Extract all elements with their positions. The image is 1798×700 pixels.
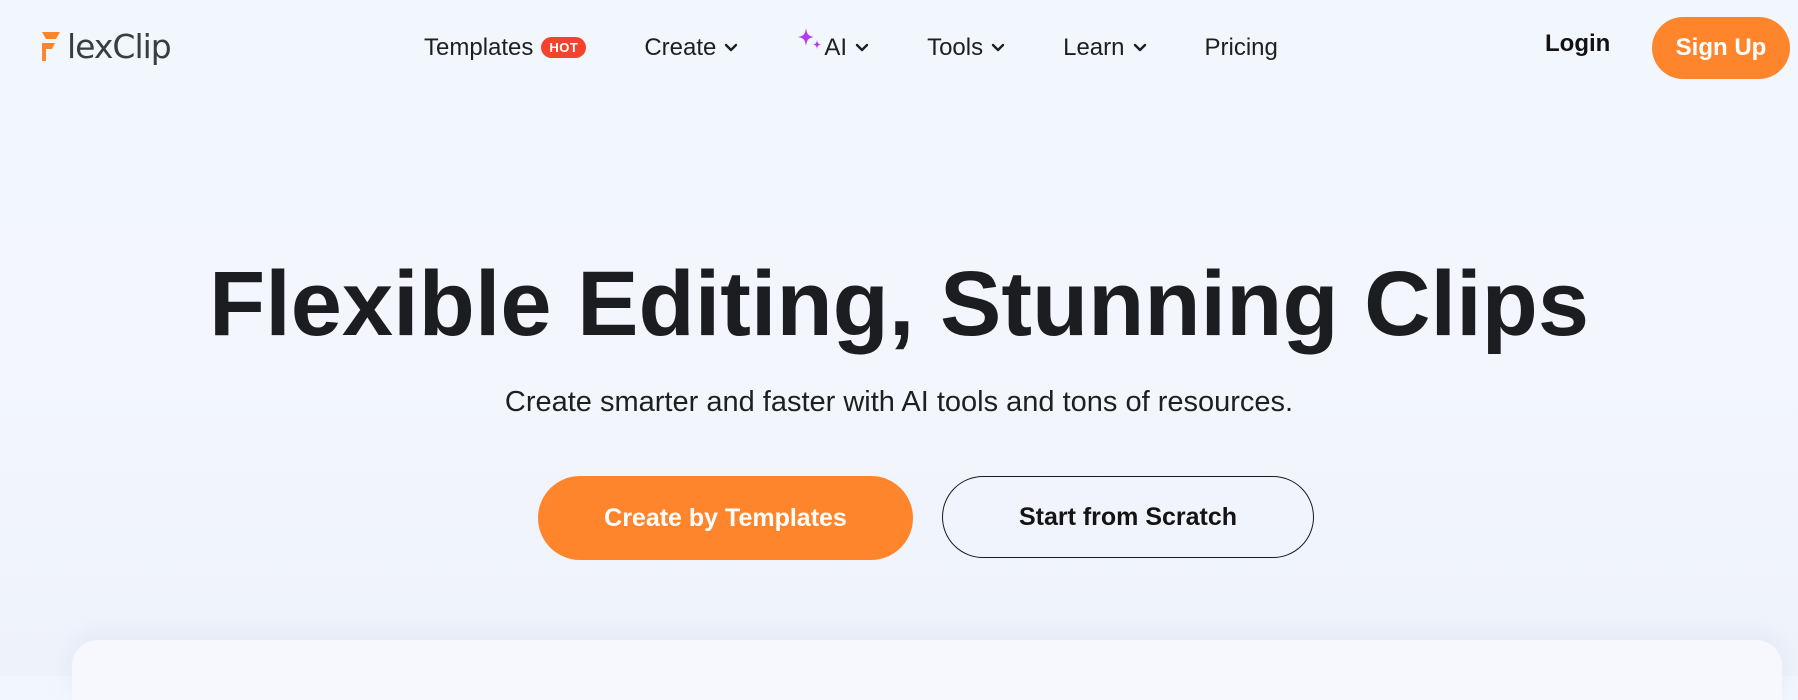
nav-item-pricing[interactable]: Pricing: [1205, 34, 1278, 62]
hero-title: Flexible Editing, Stunning Clips: [209, 253, 1589, 355]
logo-wordmark: lexClip: [67, 26, 172, 66]
sparkle-icon: [798, 28, 822, 49]
nav-item-create[interactable]: Create: [644, 34, 738, 62]
nav-label-ai: AI: [824, 34, 848, 61]
logo-f-mark-icon: [42, 32, 60, 61]
nav-label-create: Create: [644, 34, 717, 61]
chevron-down-icon: [991, 43, 1005, 52]
nav-label-templates: Templates: [424, 34, 534, 61]
create-by-templates-button[interactable]: Create by Templates: [538, 476, 913, 560]
nav-label-pricing: Pricing: [1204, 34, 1278, 61]
nav-item-ai[interactable]: AI: [796, 28, 869, 62]
nav-item-templates[interactable]: Templates HOT: [424, 34, 587, 62]
flexclip-logo[interactable]: lexClip: [38, 20, 172, 72]
main-nav: Templates HOT Create AI Tools Learn Pric…: [424, 26, 1278, 70]
nav-item-tools[interactable]: Tools: [927, 34, 1005, 62]
site-header: lexClip Templates HOT Create AI Tools Le…: [0, 0, 1798, 96]
chevron-down-icon: [855, 43, 869, 52]
nav-label-tools: Tools: [927, 34, 984, 61]
chevron-down-icon: [1133, 43, 1146, 52]
nav-item-learn[interactable]: Learn: [1063, 34, 1146, 62]
preview-card: [72, 640, 1782, 700]
hero-subtitle: Create smarter and faster with AI tools …: [504, 386, 1294, 418]
start-from-scratch-button[interactable]: Start from Scratch: [942, 476, 1314, 558]
login-link[interactable]: Login: [1545, 30, 1610, 58]
sign-up-button[interactable]: Sign Up: [1652, 17, 1790, 79]
chevron-down-icon: [725, 43, 738, 52]
hot-badge: HOT: [541, 36, 587, 58]
nav-label-learn: Learn: [1063, 34, 1125, 61]
